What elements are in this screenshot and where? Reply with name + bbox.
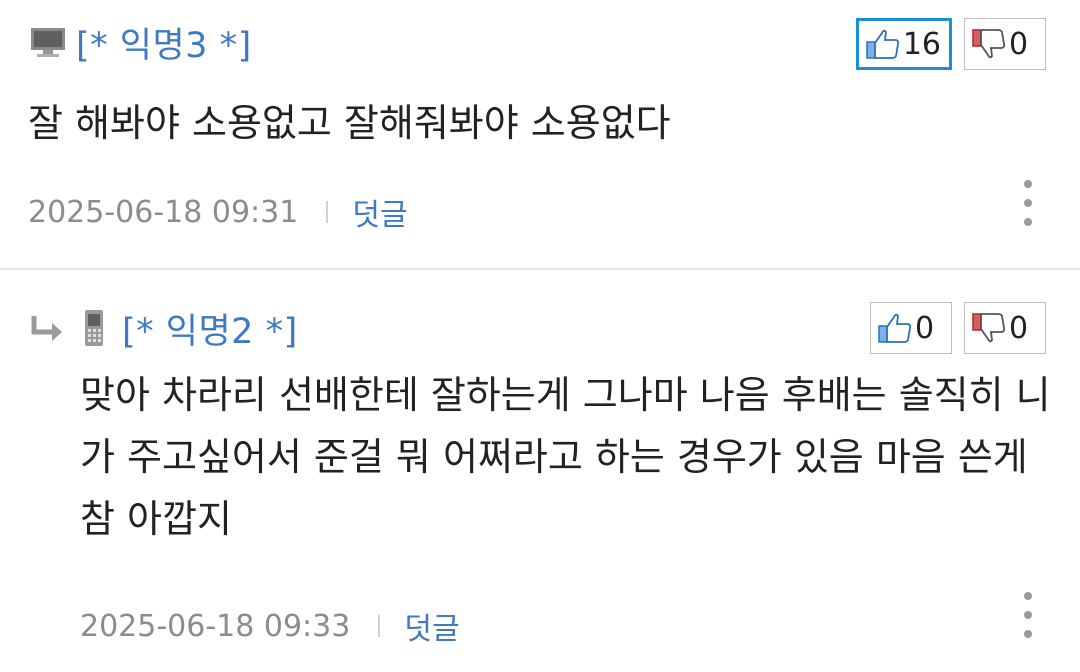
vote-group: 0 0 <box>870 302 1046 354</box>
comment-author[interactable]: [* 익명2 *] <box>122 303 298 354</box>
comment-meta: 2025-06-18 09:33 덧글 <box>80 604 460 648</box>
mobile-phone-icon <box>74 308 114 348</box>
meta-divider <box>326 201 329 223</box>
downvote-button[interactable]: 0 <box>964 18 1046 70</box>
upvote-count: 0 <box>915 310 935 346</box>
comment-meta: 2025-06-18 09:31 덧글 <box>28 190 408 234</box>
comment-text: 잘 해봐야 소용없고 잘해줘봐야 소용없다 <box>28 101 671 145</box>
thumbs-up-icon <box>878 313 912 343</box>
vote-group: 16 0 <box>855 18 1046 70</box>
comment-date: 2025-06-18 09:33 <box>80 608 351 644</box>
comment-author[interactable]: [* 익명3 *] <box>76 17 252 68</box>
reply-link[interactable]: 덧글 <box>352 190 407 234</box>
comment-item: [* 익명2 *] 0 0 맞아 차라리 선배한테 잘하는게 그나마 나음 후배… <box>0 272 1080 672</box>
reply-arrow-icon <box>28 308 68 348</box>
thumbs-down-icon <box>972 313 1006 343</box>
meta-divider <box>378 615 381 637</box>
comment-date: 2025-06-18 09:31 <box>28 194 299 230</box>
comment-item: [* 익명3 *] 16 0 잘 해봐야 소용없고 잘해줘봐야 소용없다 202… <box>0 0 1080 270</box>
downvote-count: 0 <box>1009 310 1029 346</box>
downvote-count: 0 <box>1009 26 1029 62</box>
comment-header: [* 익명2 *] <box>28 302 298 354</box>
desktop-icon <box>28 22 68 62</box>
upvote-button[interactable]: 0 <box>870 302 952 354</box>
more-options-icon[interactable] <box>1018 180 1038 226</box>
comment-text: 맞아 차라리 선배한테 잘하는게 그나마 나음 후배는 솔직히 니가 주고싶어서… <box>80 373 1051 541</box>
thumbs-down-icon <box>972 29 1006 59</box>
downvote-button[interactable]: 0 <box>964 302 1046 354</box>
upvote-button[interactable]: 16 <box>855 18 952 70</box>
thumbs-up-icon <box>866 29 899 59</box>
reply-link[interactable]: 덧글 <box>404 604 459 648</box>
more-options-icon[interactable] <box>1018 592 1038 638</box>
upvote-count: 16 <box>902 26 941 62</box>
comment-header: [* 익명3 *] <box>28 16 252 68</box>
